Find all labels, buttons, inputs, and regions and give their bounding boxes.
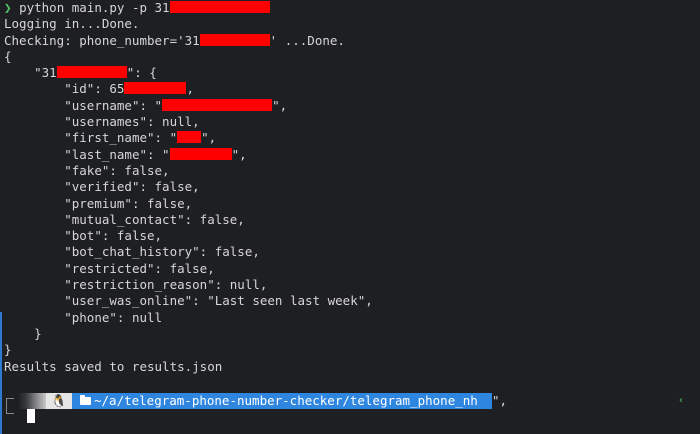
json-id-line: "id": 65, — [4, 81, 700, 97]
prompt-chevron-icon: ❯ — [4, 0, 12, 15]
redaction-phone-number — [199, 33, 270, 46]
json-username-prefix: "username": " — [64, 97, 163, 113]
checking-line: Checking: phone_number='31 ' ...Done. — [4, 33, 700, 49]
json-user-was-online-line: "user_was_online": "Last seen last week"… — [4, 293, 700, 309]
json-outer-close: } — [4, 342, 12, 358]
redaction-key — [56, 66, 127, 79]
scrollback-marker — [0, 312, 2, 434]
json-bot-chat-history-line: "bot_chat_history": false, — [4, 244, 700, 260]
json-usernames-line: "usernames": null, — [4, 114, 700, 130]
json-last-name-prefix: "last_name": " — [64, 146, 170, 162]
redaction-first-name — [177, 131, 202, 144]
json-fake-line: "fake": false, — [4, 163, 700, 179]
prompt-gradient-segment — [18, 393, 46, 409]
login-line: Logging in...Done. — [4, 16, 140, 32]
json-phone-line: "phone": null — [4, 310, 700, 326]
json-inner-close-line: } — [4, 326, 700, 342]
json-key-line: "31 ": { — [4, 65, 700, 81]
json-verified: "verified": false, — [64, 179, 200, 195]
prompt-bar: 🐧 ~/a/telegram-phone-number-checker/tele… — [0, 393, 700, 409]
right-chevron-icon: ‹ — [677, 395, 684, 406]
json-key-prefix: "31 — [34, 65, 57, 81]
redaction-last-name — [169, 147, 232, 160]
json-user-was-online: "user_was_online": "Last seen last week"… — [64, 293, 373, 309]
json-username-line: "username": " ", — [4, 98, 700, 114]
json-usernames: "usernames": null, — [64, 114, 200, 130]
json-restricted-line: "restricted": false, — [4, 261, 700, 277]
json-restriction-reason-line: "restriction_reason": null, — [4, 277, 700, 293]
prompt-path-segment: ~/a/telegram-phone-number-checker/telegr… — [72, 393, 492, 409]
terminal-window[interactable]: ❯ python main.py -p 31 Logging in...Done… — [0, 0, 700, 434]
redaction-username — [162, 98, 273, 111]
json-first-name-line: "first_name": " ", — [4, 130, 700, 146]
json-bot-chat-history: "bot_chat_history": false, — [64, 244, 260, 260]
checking-prefix: Checking: phone_number='31 — [4, 32, 200, 48]
json-inner-close: } — [34, 325, 42, 341]
json-mutual-contact-line: "mutual_contact": false, — [4, 212, 700, 228]
json-open-brace: { — [4, 48, 12, 64]
json-premium: "premium": false, — [64, 195, 193, 211]
json-first-name-suffix: ", — [201, 130, 217, 146]
json-restriction-reason: "restriction_reason": null, — [64, 277, 268, 293]
json-key-suffix: ": { — [126, 65, 157, 81]
json-id-suffix: , — [186, 81, 194, 97]
json-bot: "bot": false, — [64, 228, 163, 244]
prompt-bracket — [6, 398, 14, 414]
json-first-name-prefix: "first_name": " — [64, 130, 178, 146]
json-id-prefix: "id": 65 — [64, 81, 125, 97]
redaction-phone — [169, 1, 270, 13]
prompt-tail: ", — [492, 393, 508, 408]
json-phone: "phone": null — [64, 309, 163, 325]
json-fake: "fake": false, — [64, 162, 170, 178]
json-mutual-contact: "mutual_contact": false, — [64, 211, 245, 227]
json-last-name-suffix: ", — [231, 146, 247, 162]
checking-suffix: ' ...Done. — [269, 32, 345, 48]
redaction-id — [124, 82, 187, 95]
command-text: python main.py -p 31 — [19, 0, 170, 15]
results-line: Results saved to results.json — [4, 358, 223, 374]
json-bot-line: "bot": false, — [4, 228, 700, 244]
command-line: ❯ python main.py -p 31 — [4, 0, 700, 16]
linux-tux-icon: 🐧 — [46, 393, 72, 409]
folder-icon — [80, 395, 91, 405]
json-last-name-line: "last_name": " ", — [4, 147, 700, 163]
json-premium-line: "premium": false, — [4, 196, 700, 212]
json-username-suffix: ", — [272, 97, 288, 113]
json-restricted: "restricted": false, — [64, 260, 215, 276]
json-verified-line: "verified": false, — [4, 179, 700, 195]
prompt-path: ~/a/telegram-phone-number-checker/telegr… — [94, 393, 478, 408]
terminal-cursor[interactable] — [27, 409, 35, 423]
